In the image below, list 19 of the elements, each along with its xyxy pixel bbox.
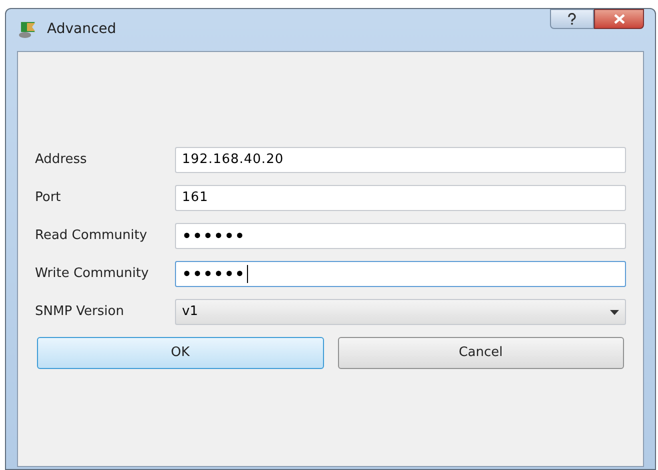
field-label: Port	[35, 189, 62, 208]
field-label: Write Community	[35, 265, 150, 284]
text-cursor	[246, 265, 248, 283]
close-button[interactable]	[594, 9, 644, 29]
help-icon	[567, 13, 577, 25]
input-field[interactable]: 161	[175, 185, 626, 211]
dialog-button[interactable]: Cancel	[338, 337, 624, 369]
input-field[interactable]: 192.168.40.20	[175, 147, 626, 173]
close-icon	[614, 14, 624, 24]
password-field[interactable]: ••••••	[175, 261, 626, 287]
version-dropdown[interactable]: v1	[175, 299, 626, 325]
field-label: Read Community	[35, 227, 148, 246]
password-field[interactable]: ••••••	[175, 223, 626, 249]
help-button[interactable]	[550, 9, 594, 29]
dialog-button[interactable]: OK	[37, 337, 324, 369]
dropdown-arrow-icon	[610, 310, 619, 314]
field-label: SNMP Version	[35, 303, 125, 322]
window-title: Advanced	[47, 20, 116, 39]
field-label: Address	[35, 151, 88, 170]
